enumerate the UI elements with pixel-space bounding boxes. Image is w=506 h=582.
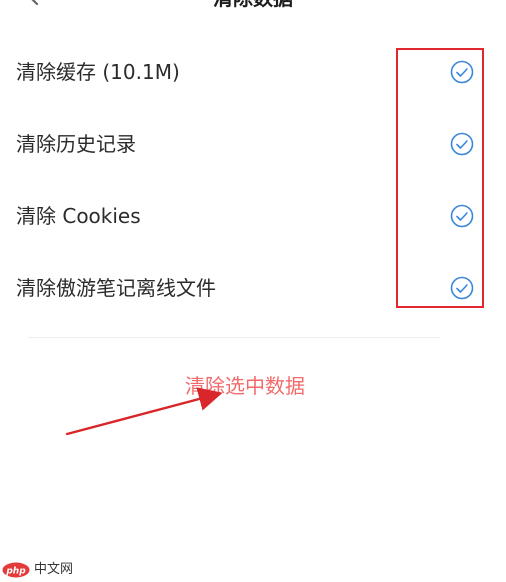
watermark: php 中文网 [2,560,73,580]
check-circle-icon[interactable] [450,132,474,156]
header-bar: 清除数据 [0,0,506,18]
watermark-logo-text: php [5,567,26,577]
php-logo-icon: php [2,562,30,578]
option-clear-cache[interactable]: 清除缓存 (10.1M) [0,36,506,108]
option-clear-cookies[interactable]: 清除 Cookies [0,180,506,252]
option-clear-notes-offline[interactable]: 清除傲游笔记离线文件 [0,252,506,324]
clear-options-list: 清除缓存 (10.1M) 清除历史记录 清除 Cookies 清除傲游笔记离线文… [0,36,506,324]
check-circle-icon[interactable] [450,276,474,300]
page-title: 清除数据 [0,0,506,18]
option-label: 清除缓存 (10.1M) [16,60,180,84]
option-clear-history[interactable]: 清除历史记录 [0,108,506,180]
option-label: 清除 Cookies [16,204,141,228]
watermark-text: 中文网 [34,562,74,577]
divider [28,337,440,338]
option-label: 清除历史记录 [16,132,136,156]
check-circle-icon[interactable] [450,204,474,228]
option-label: 清除傲游笔记离线文件 [16,276,216,300]
check-circle-icon[interactable] [450,60,474,84]
clear-selected-button[interactable]: 清除选中数据 [140,368,350,404]
